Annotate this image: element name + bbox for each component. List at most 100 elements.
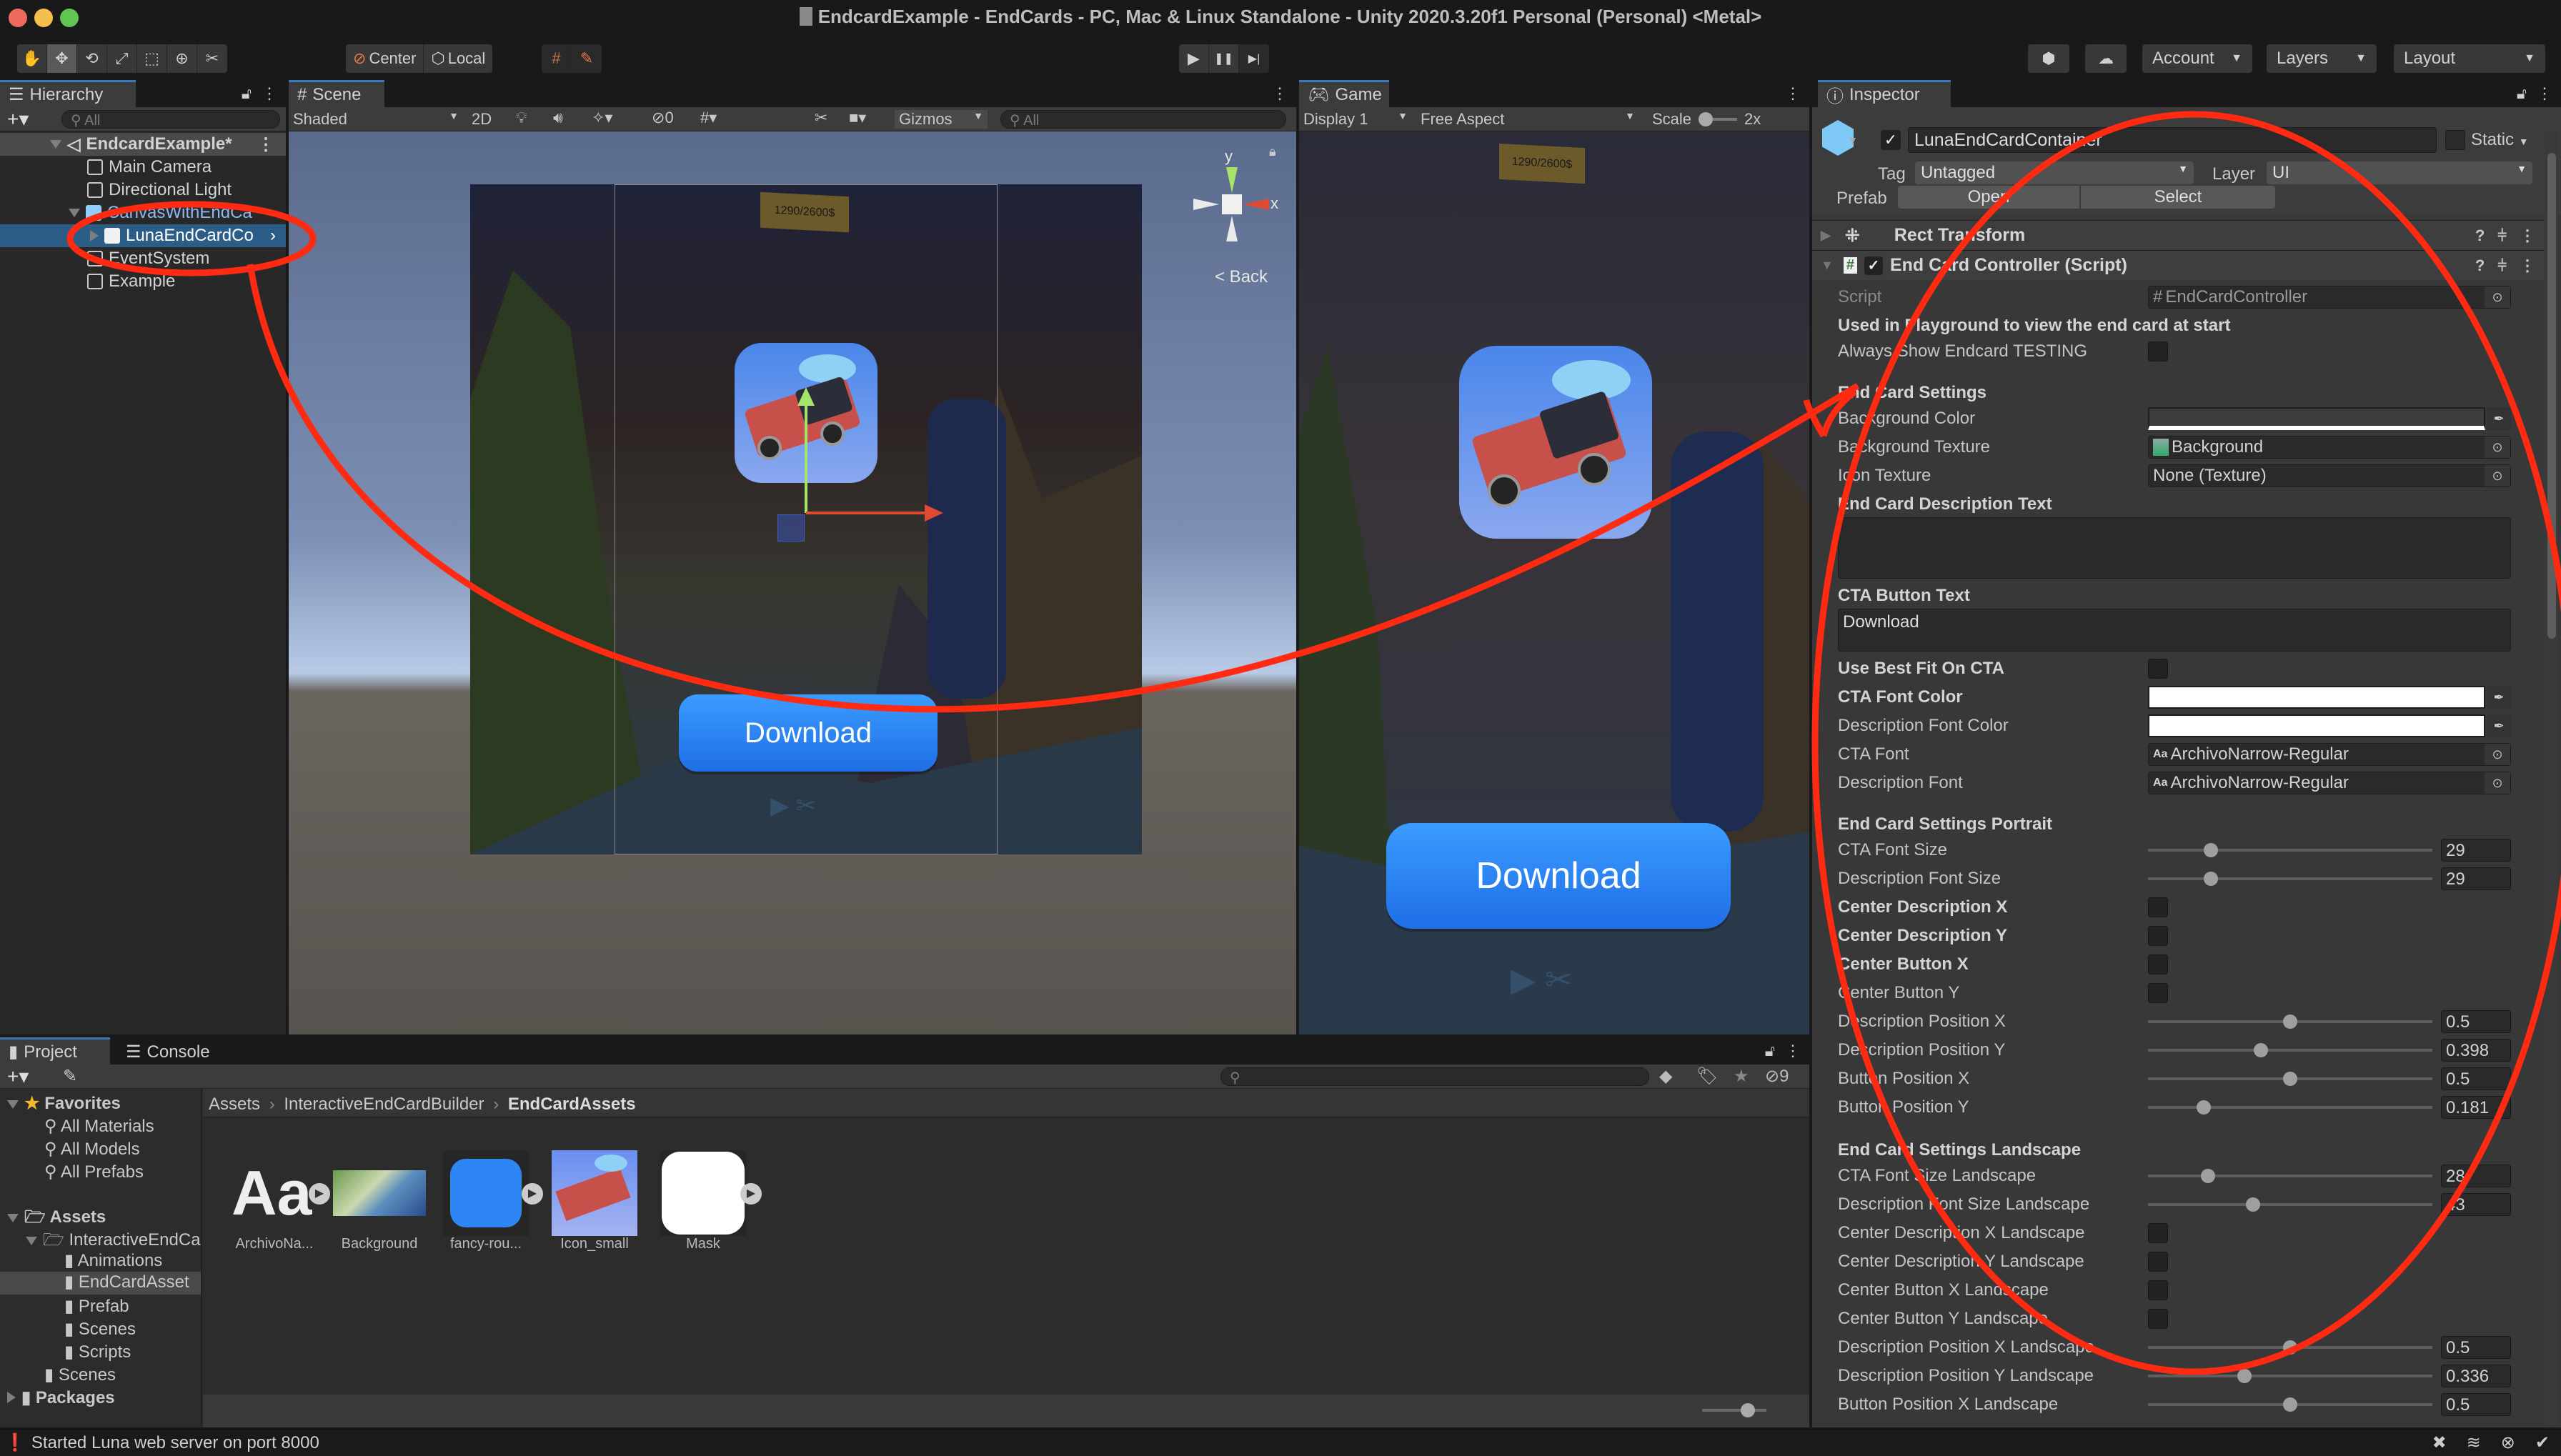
icon-size-slider[interactable] — [1702, 1403, 1766, 1417]
custom-tool-button[interactable]: ✂ — [197, 44, 227, 73]
number-input[interactable]: 0.5 — [2441, 1336, 2511, 1359]
static-dropdown[interactable]: Static ▼ — [2471, 130, 2529, 150]
presets-icon[interactable]: ⫩ — [2497, 256, 2507, 275]
breadcrumb-item-current[interactable]: EndCardAssets — [508, 1095, 636, 1114]
more-options-icon[interactable]: ⋮ — [257, 134, 274, 155]
collab-button[interactable]: ⬢ — [2028, 44, 2069, 73]
hierarchy-item[interactable]: Example — [0, 270, 286, 293]
hierarchy-item[interactable]: EventSystem — [0, 247, 286, 270]
gizmos-dropdown[interactable]: Gizmos ▼ — [895, 110, 988, 129]
game-download-button[interactable]: Download — [1386, 823, 1731, 929]
asset-item[interactable]: Aa ArchivoNa... — [232, 1150, 317, 1252]
edit-tool-button[interactable]: ✎ — [572, 44, 602, 73]
toggle-checkbox[interactable] — [2148, 1252, 2168, 1272]
help-icon[interactable]: ? — [2475, 256, 2485, 275]
value-slider[interactable] — [2148, 1193, 2432, 1216]
component-enabled-checkbox[interactable]: ✓ — [1864, 256, 1883, 275]
favorite-item[interactable]: ⚲ All Prefabs — [44, 1162, 144, 1182]
filter-by-type-icon[interactable]: ◆ — [1659, 1066, 1672, 1087]
hierarchy-item-selected[interactable]: LunaEndCardCo › — [0, 224, 286, 247]
move-gizmo-y-axis[interactable] — [805, 399, 807, 513]
hierarchy-item[interactable]: Directional Light — [0, 179, 286, 201]
pause-button[interactable]: ❚❚ — [1209, 44, 1239, 73]
account-dropdown[interactable]: Account ▼ — [2142, 44, 2252, 73]
tools-button[interactable]: ✂ — [815, 109, 827, 127]
favorites-header[interactable]: ★ Favorites — [7, 1093, 121, 1114]
create-button[interactable]: +▾ — [7, 1064, 29, 1088]
move-gizmo-x-axis[interactable] — [806, 512, 928, 514]
hidden-packages-toggle[interactable]: ⊘9 — [1765, 1066, 1789, 1087]
tab-game[interactable]: 🎮︎ Game — [1299, 80, 1389, 107]
tab-console[interactable]: ☰ Console — [117, 1037, 232, 1064]
debug-off-icon[interactable]: ✖ — [2432, 1432, 2447, 1453]
eyedropper-icon[interactable]: ✒ — [2487, 686, 2511, 709]
number-input[interactable]: 0.5 — [2441, 1010, 2511, 1033]
expand-arrow-icon[interactable] — [26, 1237, 37, 1245]
scale-knob[interactable] — [1699, 112, 1714, 126]
scale-slider[interactable]: Scale 2x — [1652, 110, 1761, 129]
end-card-controller-header[interactable]: ▼ # ✓ End Card Controller (Script) ? ⫩ ⋮ — [1812, 250, 2544, 280]
breadcrumb-item[interactable]: Assets — [209, 1095, 260, 1114]
hierarchy-item[interactable]: Main Camera — [0, 156, 286, 179]
value-slider[interactable] — [2148, 1039, 2432, 1062]
expand-arrow-icon[interactable] — [50, 140, 61, 149]
breadcrumb-item[interactable]: InteractiveEndCardBuilder — [284, 1095, 484, 1114]
object-picker-icon[interactable]: ⊙ — [2485, 772, 2510, 794]
hand-tool-button[interactable]: ✋ — [17, 44, 47, 73]
auto-generate-lighting-icon[interactable]: ⊗ — [2501, 1432, 2515, 1453]
create-button[interactable]: +▾ — [7, 107, 29, 131]
slider-knob[interactable] — [2283, 1014, 2297, 1029]
collapse-arrow-icon[interactable]: ▼ — [1821, 258, 1834, 273]
background-texture-field[interactable]: Background ⊙ — [2148, 436, 2511, 459]
play-button[interactable]: ▶ — [1179, 44, 1209, 73]
packages-root[interactable]: ▮ Packages — [7, 1387, 115, 1408]
toggle-checkbox[interactable] — [2148, 1309, 2168, 1329]
best-fit-checkbox[interactable] — [2148, 659, 2168, 679]
axis-neg-y-cone[interactable] — [1226, 216, 1238, 241]
cta-text-area[interactable]: Download — [1838, 609, 2511, 652]
slider-track[interactable] — [2148, 849, 2432, 852]
inspector-scrollbar[interactable] — [2545, 131, 2558, 1425]
favorite-star-icon[interactable]: ★ — [1734, 1066, 1749, 1087]
tab-project[interactable]: ▮ Project — [0, 1037, 110, 1064]
step-button[interactable]: ▶| — [1239, 44, 1269, 73]
lock-icon[interactable]: 🔓︎ — [242, 84, 252, 103]
axis-y-cone[interactable] — [1226, 167, 1238, 193]
number-input[interactable]: 0.336 — [2441, 1365, 2511, 1387]
slider-knob[interactable] — [2203, 872, 2218, 886]
move-gizmo-x-arrow[interactable] — [925, 504, 943, 522]
scene-viewport[interactable]: 1290/2600$ Download ▶ ✂ y x < Back 🔒︎ — [289, 131, 1296, 1034]
filter-by-label-icon[interactable]: 🏷︎ — [1696, 1066, 1718, 1087]
value-slider[interactable] — [2148, 1393, 2432, 1416]
asset-item[interactable]: fancy-rou... — [443, 1150, 529, 1252]
scale-track[interactable] — [1699, 112, 1738, 126]
hierarchy-scene-row[interactable]: ◁ EndcardExample* ⋮ — [0, 133, 286, 156]
static-checkbox[interactable] — [2445, 130, 2465, 150]
layers-dropdown[interactable]: Layers ▼ — [2267, 44, 2377, 73]
eyedropper-icon[interactable]: ✒ — [2487, 714, 2511, 737]
desc-font-field[interactable]: Aa ArchivoNarrow-Regular ⊙ — [2148, 772, 2511, 794]
scale-tool-button[interactable]: ⤢ — [107, 44, 137, 73]
tag-dropdown[interactable]: Untagged ▼ — [1915, 161, 2194, 184]
more-options-icon[interactable]: ⋮ — [2520, 226, 2535, 245]
slider-knob[interactable] — [2283, 1072, 2297, 1086]
object-name-input[interactable]: LunaEndCardContainer — [1908, 127, 2437, 153]
toggle-checkbox[interactable] — [2148, 926, 2168, 946]
hidden-objects-toggle[interactable]: ⊘0 — [652, 109, 674, 127]
transform-tool-button[interactable]: ⊕ — [167, 44, 197, 73]
favorite-item[interactable]: ⚲ All Models — [44, 1139, 140, 1160]
scrollbar-thumb[interactable] — [2547, 153, 2556, 639]
value-slider[interactable] — [2148, 839, 2432, 862]
expand-arrow-icon[interactable] — [69, 209, 80, 217]
toggle-checkbox[interactable] — [2148, 897, 2168, 917]
folder-item[interactable]: ▮ Scenes — [64, 1319, 136, 1340]
more-options-icon[interactable]: ⋮ — [1272, 84, 1288, 103]
prefab-select-button[interactable]: Select — [2081, 186, 2275, 209]
help-icon[interactable]: ? — [2475, 226, 2485, 245]
check-circle-icon[interactable]: ✔ — [2535, 1432, 2550, 1453]
eyedropper-icon[interactable]: ✒ — [2487, 407, 2511, 430]
slider-knob[interactable] — [2283, 1397, 2297, 1412]
object-picker-icon[interactable]: ⊙ — [2485, 744, 2510, 765]
cta-font-field[interactable]: Aa ArchivoNarrow-Regular ⊙ — [2148, 743, 2511, 766]
effects-dropdown[interactable]: ✧▾ — [592, 109, 612, 127]
